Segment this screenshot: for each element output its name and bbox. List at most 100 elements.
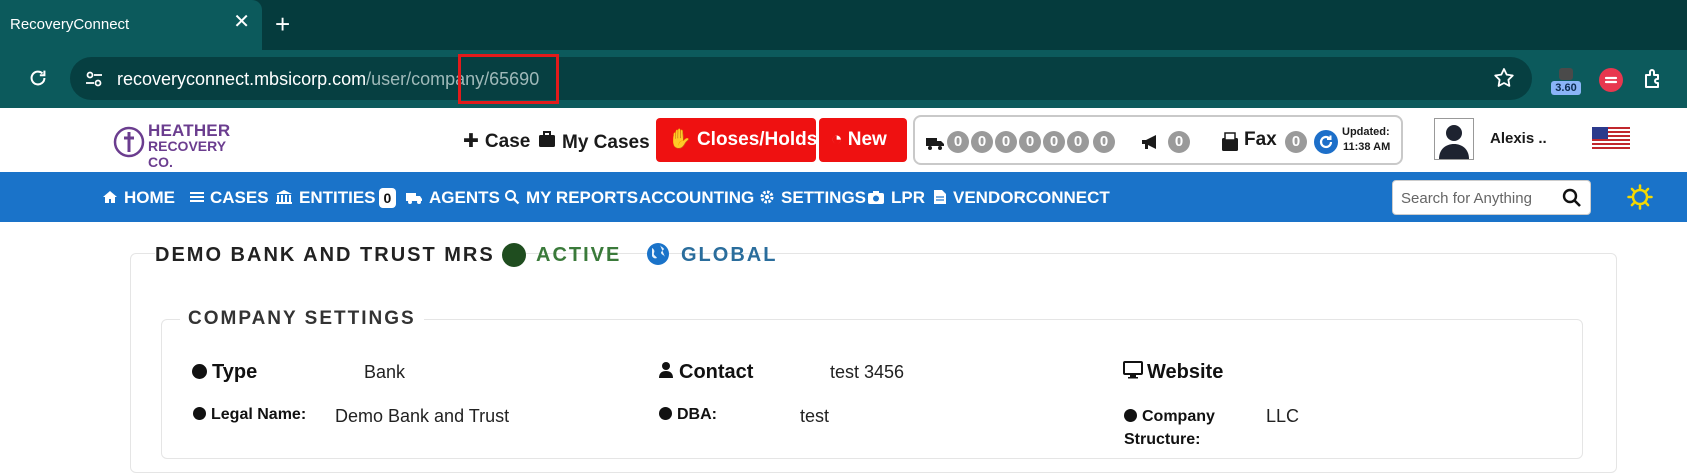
search-input[interactable] <box>1401 187 1551 209</box>
camera-icon <box>868 191 884 204</box>
gauge-icon: ◔ <box>831 129 843 150</box>
user-silhouette-icon <box>1439 125 1469 159</box>
truck-count-7[interactable]: 0 <box>1093 131 1115 153</box>
status-counters: 0 0 0 0 0 0 0 0 Fax 0 Updated: 11:38 AM <box>913 115 1403 165</box>
address-bar[interactable]: recoveryconnect.mbsicorp.com/user/compan… <box>70 54 1532 104</box>
refresh-icon[interactable] <box>1314 130 1338 154</box>
structure-label-line2: Structure: <box>1124 431 1201 448</box>
website-label-text: Website <box>1147 361 1224 383</box>
truck-count-5[interactable]: 0 <box>1043 131 1065 153</box>
browser-toolbar: recoveryconnect.mbsicorp.com/user/compan… <box>0 50 1687 108</box>
updated-time: 11:38 AM <box>1343 141 1391 153</box>
legal-name-label: Legal Name: <box>193 406 306 424</box>
user-icon <box>659 362 673 378</box>
case-label: Case <box>484 131 531 152</box>
search-icon[interactable] <box>1562 188 1582 208</box>
closes-holds-label: Closes/Holds <box>696 129 818 150</box>
theme-sun-icon[interactable] <box>1627 184 1653 210</box>
nav-accounting[interactable]: ACCOUNTING <box>639 188 754 208</box>
truck-count-6[interactable]: 0 <box>1067 131 1089 153</box>
list-icon <box>190 192 204 202</box>
tow-truck-icon[interactable] <box>925 132 945 152</box>
truck-count-3[interactable]: 0 <box>995 131 1017 153</box>
bullet-icon <box>1124 409 1137 422</box>
global-search[interactable] <box>1392 180 1591 215</box>
fax-count[interactable]: 0 <box>1285 131 1307 153</box>
truck-count-4[interactable]: 0 <box>1019 131 1041 153</box>
section-title: COMPANY SETTINGS <box>180 308 424 330</box>
reload-icon[interactable] <box>27 67 49 89</box>
nav-home-label: HOME <box>124 188 175 207</box>
legal-name-label-text: Legal Name: <box>211 406 307 423</box>
extension-icon-1[interactable]: 3.60 <box>1551 66 1581 96</box>
bookmark-star-icon[interactable] <box>1492 66 1516 90</box>
type-value: Bank <box>364 362 406 382</box>
bank-icon <box>276 190 292 204</box>
announcement-count[interactable]: 0 <box>1168 131 1190 153</box>
dba-label-text: DBA: <box>677 406 717 423</box>
nav-cases-label: CASES <box>210 188 269 207</box>
new-tab-button[interactable]: + <box>275 10 290 38</box>
nav-cases[interactable]: CASES <box>190 188 269 208</box>
nav-my-reports[interactable]: MY REPORTS <box>504 188 638 208</box>
new-button[interactable]: ◔ New <box>819 118 907 162</box>
company-logo[interactable]: HEATHER RECOVERY CO. <box>112 122 247 170</box>
home-icon <box>103 191 117 203</box>
main-nav: HOME CASES ENTITIES 0 AGENTS MY REPORTS A… <box>0 172 1687 222</box>
nav-entities[interactable]: ENTITIES 0 <box>275 188 397 208</box>
browser-tab[interactable]: RecoveryConnect ✕ <box>0 0 262 50</box>
nav-accounting-label: ACCOUNTING <box>639 188 755 207</box>
new-label: New <box>847 129 887 150</box>
url-highlight-box <box>458 54 559 104</box>
extension-icon-2[interactable] <box>1599 68 1623 92</box>
nav-lpr[interactable]: LPR <box>867 188 925 208</box>
url-domain: recoveryconnect.mbsicorp.com <box>117 69 367 89</box>
search-small-icon <box>505 190 520 205</box>
dba-label: DBA: <box>659 406 717 424</box>
tab-close-icon[interactable]: ✕ <box>233 12 250 32</box>
user-name[interactable]: Alexis .. <box>1490 130 1547 147</box>
monitor-icon <box>1123 361 1143 379</box>
truck-count-1[interactable]: 0 <box>947 131 969 153</box>
nav-vendorconnect-label: VENDORCONNECT <box>953 188 1110 207</box>
bullet-icon <box>192 364 207 379</box>
nav-entities-label: ENTITIES <box>299 188 376 207</box>
hand-stop-icon: ✋ <box>668 129 692 150</box>
truck-count-2[interactable]: 0 <box>971 131 993 153</box>
nav-agents-label: AGENTS <box>429 188 500 207</box>
nav-settings[interactable]: SETTINGS <box>759 188 866 208</box>
nav-settings-label: SETTINGS <box>781 188 867 207</box>
site-info-icon[interactable] <box>84 69 104 89</box>
avatar[interactable] <box>1434 118 1474 160</box>
legal-name-value: Demo Bank and Trust <box>335 406 510 426</box>
updated-label: Updated: <box>1342 126 1390 138</box>
scope-badge[interactable]: GLOBAL <box>681 244 777 267</box>
plus-icon: ✚ <box>463 131 479 152</box>
us-flag-icon[interactable] <box>1592 127 1630 149</box>
status-badge[interactable]: ACTIVE <box>536 244 621 267</box>
closes-holds-button[interactable]: ✋ Closes/Holds <box>656 118 818 162</box>
nav-my-reports-label: MY REPORTS <box>526 188 639 207</box>
company-structure-label: Company Structure: <box>1124 405 1215 451</box>
megaphone-icon[interactable] <box>1140 132 1162 152</box>
updated-info: Updated: 11:38 AM <box>1342 125 1390 155</box>
app-header: HEATHER RECOVERY CO. ✚ Case My Cases ✋ Cl… <box>0 108 1687 172</box>
nav-agents[interactable]: AGENTS <box>405 188 500 208</box>
case-link[interactable]: ✚ Case <box>463 130 530 153</box>
truck-icon <box>406 193 422 204</box>
bullet-icon <box>193 407 206 420</box>
nav-home[interactable]: HOME <box>102 188 175 208</box>
company-name: DEMO BANK AND TRUST MRS <box>155 244 503 267</box>
fax-icon[interactable] <box>1220 131 1240 153</box>
entities-count-badge: 0 <box>378 188 397 208</box>
contact-label: Contact <box>658 361 753 384</box>
nav-vendorconnect[interactable]: VENDORCONNECT <box>933 188 1110 208</box>
company-structure-value: LLC <box>1266 406 1300 426</box>
my-cases-link[interactable]: My Cases <box>538 130 650 154</box>
nav-lpr-label: LPR <box>891 188 925 207</box>
dba-value: test <box>800 406 830 426</box>
fax-label[interactable]: Fax <box>1244 129 1277 151</box>
logo-line-2: RECOVERY CO. <box>148 138 226 170</box>
extensions-puzzle-icon[interactable] <box>1642 67 1666 91</box>
website-label: Website <box>1123 361 1223 384</box>
